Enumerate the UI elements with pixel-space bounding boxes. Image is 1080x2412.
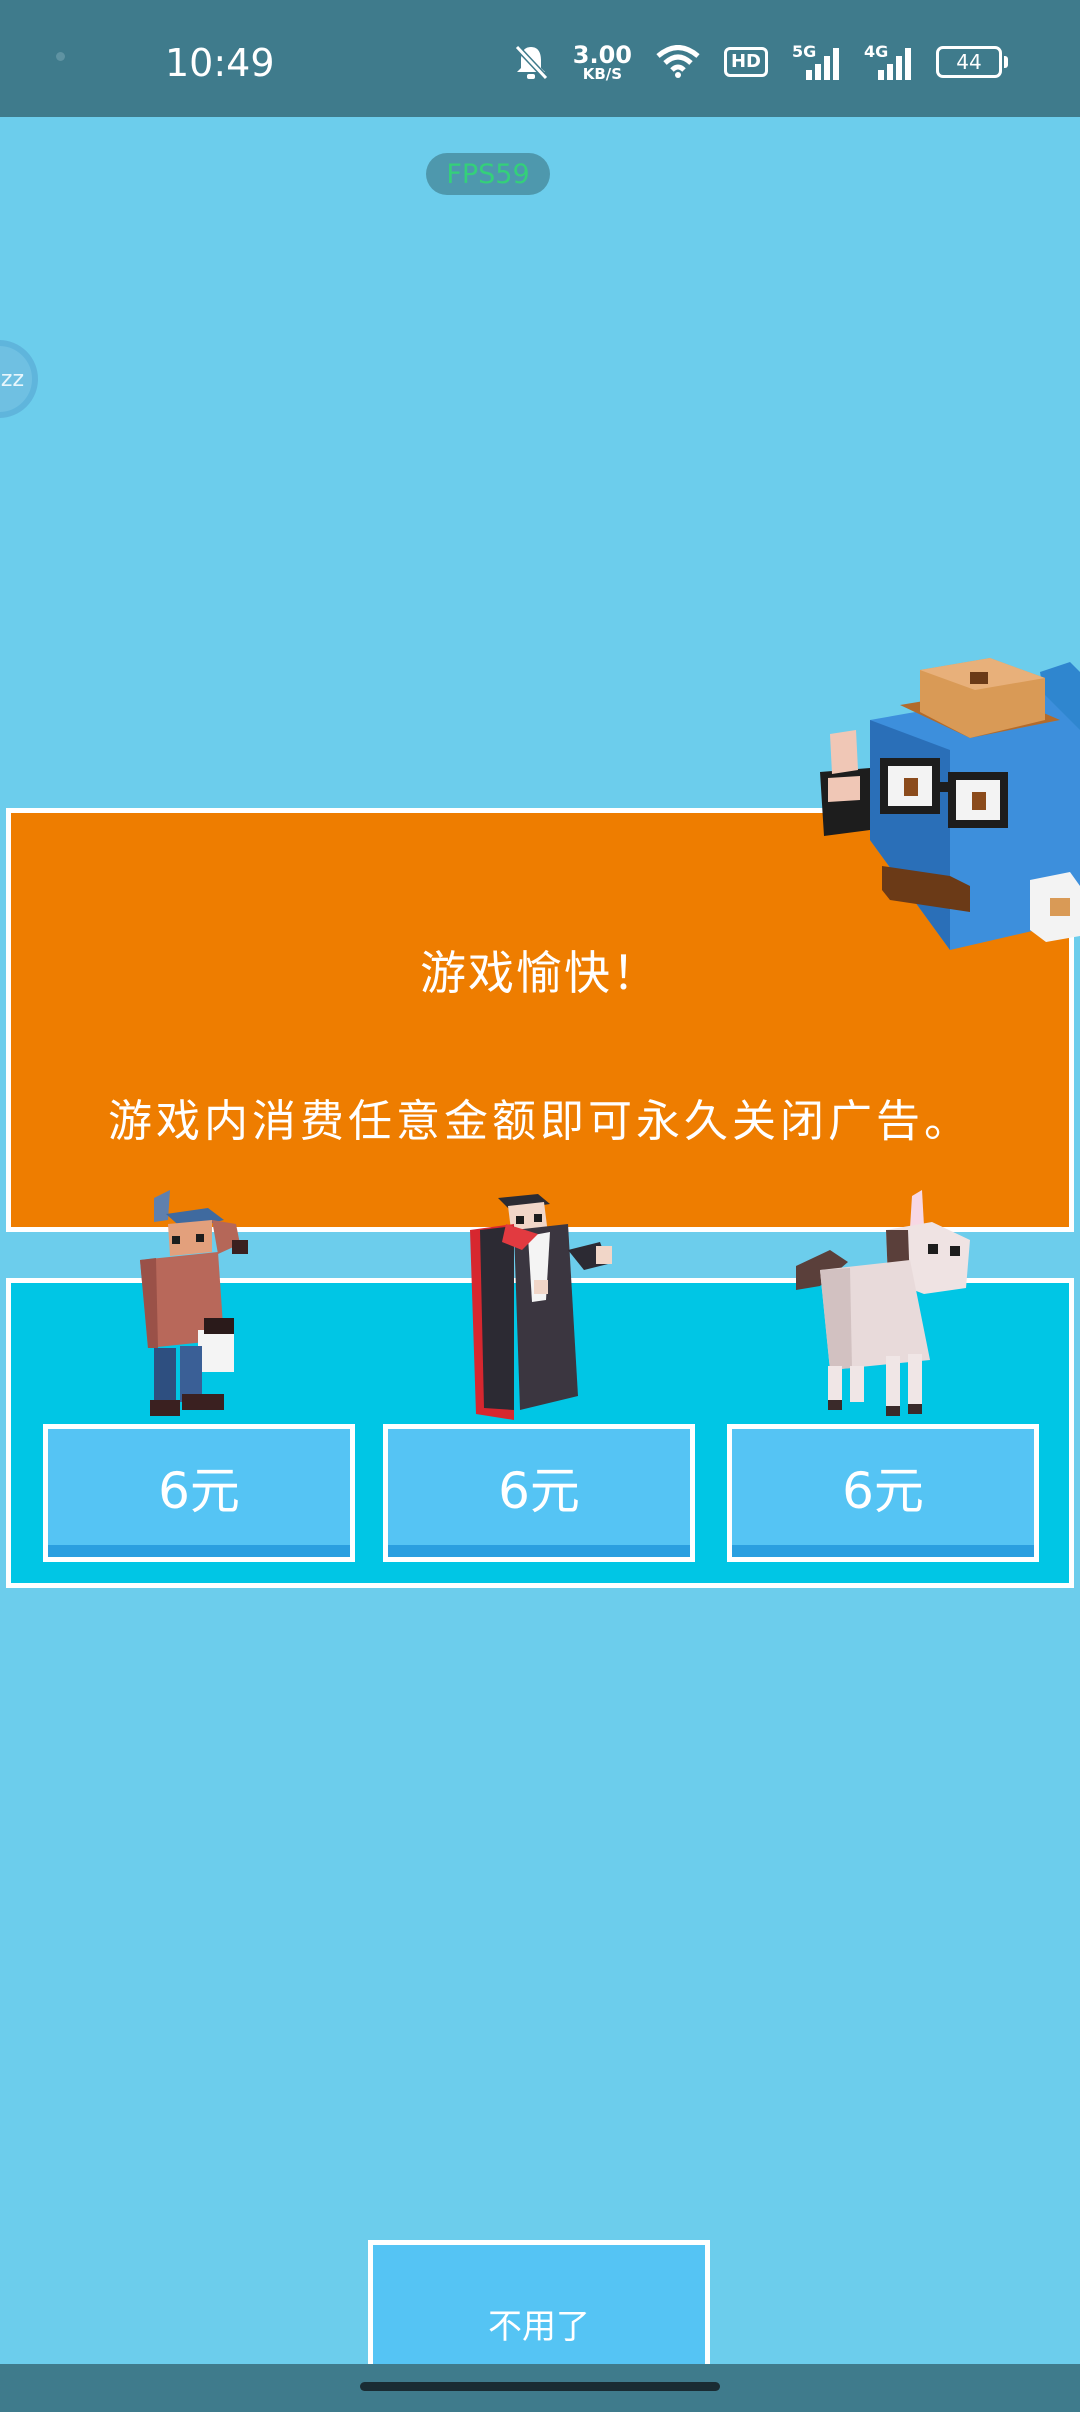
decline-label: 不用了 (488, 2306, 590, 2347)
status-time: 10:49 (165, 41, 275, 85)
price-label: 6元 (842, 1462, 924, 1520)
price-label: 6元 (158, 1462, 240, 1520)
notification-dot (56, 52, 65, 61)
buy-hiker-button[interactable]: 6元 (43, 1424, 355, 1562)
net-speed: 3.00 KB/S (572, 40, 632, 83)
wifi-icon (656, 45, 700, 78)
buy-vampire-button[interactable]: 6元 (383, 1424, 695, 1562)
hiker-character (140, 1190, 248, 1416)
signal-4g-icon: 4G (864, 42, 912, 82)
hd-icon: HD (723, 47, 768, 77)
price-label: 6元 (498, 1462, 580, 1520)
buy-llama-button[interactable]: 6元 (727, 1424, 1039, 1562)
signal-5g-icon: 5G (792, 42, 840, 82)
vampire-character (470, 1194, 612, 1420)
fps-counter: FPS59 (426, 153, 550, 195)
battery-icon: 44 (936, 46, 1008, 78)
battery-level: 44 (956, 50, 982, 74)
bell-muted-icon (514, 44, 548, 81)
message-body: 游戏内消费任意金额即可永久关闭广告。 (108, 1096, 972, 1147)
status-icons: 3.00 KB/S HD 5G 4G 44 (513, 40, 1008, 84)
floating-ball[interactable]: zz (0, 340, 38, 418)
llama-character (796, 1190, 970, 1416)
mascot-character (820, 658, 1080, 950)
home-indicator[interactable] (360, 2382, 720, 2391)
floating-ball-label: zz (0, 366, 24, 392)
status-bar: 10:49 3.00 KB/S HD 5G 4G 44 (0, 0, 1080, 117)
